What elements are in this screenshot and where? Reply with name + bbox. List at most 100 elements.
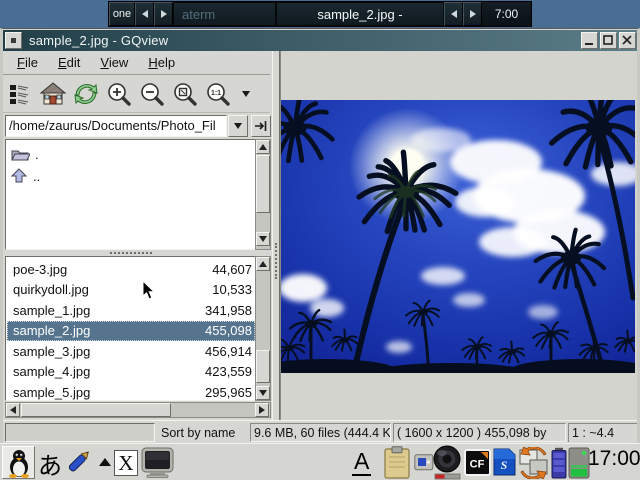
toolbar: 1:1 <box>3 76 270 113</box>
scroll-right-button[interactable] <box>255 403 269 417</box>
task-label: sample_2.jpg - <box>317 7 402 22</box>
minimize-button[interactable] <box>581 32 598 49</box>
sync-icon[interactable] <box>517 447 550 479</box>
svg-text:S: S <box>501 458 508 472</box>
chevron-down-icon <box>234 123 242 129</box>
files-info-text: 9.6 MB, 60 files (444.4 K, <box>254 426 391 440</box>
task-next-button[interactable] <box>463 2 482 26</box>
toolbar-overflow-button[interactable] <box>238 81 254 107</box>
font-tool-button[interactable]: A <box>352 448 371 476</box>
workspace-next-button[interactable] <box>154 2 173 26</box>
workspace-button[interactable]: one <box>109 2 135 26</box>
window-menu-button[interactable] <box>5 32 22 49</box>
file-scrollbar[interactable] <box>255 256 271 401</box>
scroll-down-button[interactable] <box>256 232 270 246</box>
scrollbar-thumb[interactable] <box>256 350 270 383</box>
zoom-1-1-icon: 1:1 <box>205 81 231 107</box>
x11-button[interactable]: X <box>114 450 138 476</box>
scroll-down-button[interactable] <box>256 386 270 400</box>
arrow-right-icon <box>259 406 265 414</box>
thumbnails-toggle-button[interactable] <box>7 81 33 107</box>
sd-card-icon[interactable]: S <box>492 448 517 477</box>
file-name: sample_4.jpg <box>13 364 90 379</box>
workspace-prev-button[interactable] <box>135 2 154 26</box>
cf-card-icon[interactable]: CF <box>464 449 491 476</box>
file-row[interactable]: sample_3.jpg456,914 <box>7 341 255 362</box>
arrow-right-icon <box>161 10 167 18</box>
launcher-button[interactable] <box>2 446 35 479</box>
menu-help[interactable]: Help <box>138 52 185 73</box>
file-row[interactable]: quirkydoll.jpg10,533 <box>7 280 255 301</box>
file-size: 423,559 <box>205 364 252 379</box>
sort-status[interactable]: Sort by name <box>161 423 235 442</box>
image-info-status: ( 1600 x 1200 ) 455,098 by <box>393 423 566 442</box>
file-size: 295,965 <box>205 385 252 400</box>
progress-area <box>5 423 155 442</box>
scrollbar-thumb[interactable] <box>256 155 270 213</box>
menu-edit[interactable]: Edit <box>48 52 90 73</box>
folder-scrollbar[interactable] <box>255 139 271 250</box>
arrow-up-icon <box>259 261 267 267</box>
file-name: sample_3.jpg <box>13 344 90 359</box>
path-input[interactable]: /home/zaurus/Documents/Photo_Fil <box>5 115 227 137</box>
scroll-left-button[interactable] <box>6 403 20 417</box>
task-sample2[interactable]: sample_2.jpg - <box>276 2 444 26</box>
file-hscrollbar[interactable] <box>5 402 271 418</box>
sort-status-text: Sort by name <box>161 426 235 440</box>
volume-icon[interactable] <box>431 445 464 480</box>
path-dropdown-button[interactable] <box>228 115 248 137</box>
file-name: quirkydoll.jpg <box>13 282 89 297</box>
file-name: sample_5.jpg <box>13 385 90 400</box>
file-row[interactable]: sample_4.jpg 423,559 <box>7 362 255 383</box>
zoom-in-button[interactable] <box>106 81 132 107</box>
arrow-right-icon <box>470 10 476 18</box>
arrow-left-icon <box>451 10 457 18</box>
arrow-left-icon <box>142 10 148 18</box>
folder-row-label: .. <box>33 169 40 184</box>
folder-row-parent[interactable]: .. <box>6 165 270 187</box>
scroll-up-button[interactable] <box>256 257 270 271</box>
zoom-1-1-button[interactable]: 1:1 <box>205 81 231 107</box>
menu-file[interactable]: File <box>7 52 48 73</box>
files-info-status: 9.6 MB, 60 files (444.4 K, <box>250 423 391 442</box>
zoom-out-button[interactable] <box>139 81 165 107</box>
svg-text:1:1: 1:1 <box>211 90 221 97</box>
pane-splitter-vertical[interactable] <box>272 51 280 420</box>
collapse-tray-icon[interactable] <box>99 458 111 466</box>
file-name: poe-3.jpg <box>13 262 67 277</box>
folder-row-label: . <box>35 147 39 162</box>
folder-list: . .. <box>5 139 271 250</box>
scrollbar-thumb[interactable] <box>21 403 171 417</box>
input-method-button[interactable]: あ <box>38 446 62 480</box>
menu-view[interactable]: View <box>90 52 138 73</box>
file-row[interactable]: sample_5.jpg 295,965 <box>7 382 255 401</box>
top-clock-text: 7:00 <box>495 7 518 21</box>
task-aterm[interactable]: aterm <box>173 2 276 26</box>
photo-palm-trees[interactable] <box>281 100 635 373</box>
file-name: sample_1.jpg <box>13 303 90 318</box>
arrow-down-icon <box>259 236 267 242</box>
home-button[interactable] <box>40 81 66 107</box>
zoom-ratio-status: 1 : ~4.4 <box>568 423 637 442</box>
scroll-up-button[interactable] <box>256 140 270 154</box>
display-icon[interactable] <box>141 447 174 479</box>
window-title: sample_2.jpg - GQview <box>29 33 168 48</box>
path-go-button[interactable] <box>251 115 271 137</box>
dock-clock[interactable]: 17:00 <box>588 447 640 471</box>
maximize-button[interactable] <box>600 32 617 49</box>
file-row[interactable]: sample_1.jpg 341,958 <box>7 300 255 321</box>
maximize-icon <box>603 35 614 46</box>
window-titlebar[interactable]: sample_2.jpg - GQview <box>3 30 637 51</box>
file-row-selected[interactable]: sample_2.jpg455,098 <box>7 321 255 342</box>
zoom-fit-button[interactable] <box>172 81 198 107</box>
refresh-button[interactable] <box>73 81 99 107</box>
pen-tool-icon[interactable] <box>62 448 94 478</box>
file-row[interactable]: poe-3.jpg44,607 <box>7 259 255 280</box>
workspace-label: one <box>113 8 131 20</box>
file-size: 341,958 <box>205 303 252 318</box>
folder-row-current[interactable]: . <box>6 143 270 165</box>
task-prev-button[interactable] <box>444 2 463 26</box>
clipboard-icon[interactable] <box>384 446 410 479</box>
close-button[interactable] <box>619 32 636 49</box>
arrow-up-icon <box>259 144 267 150</box>
